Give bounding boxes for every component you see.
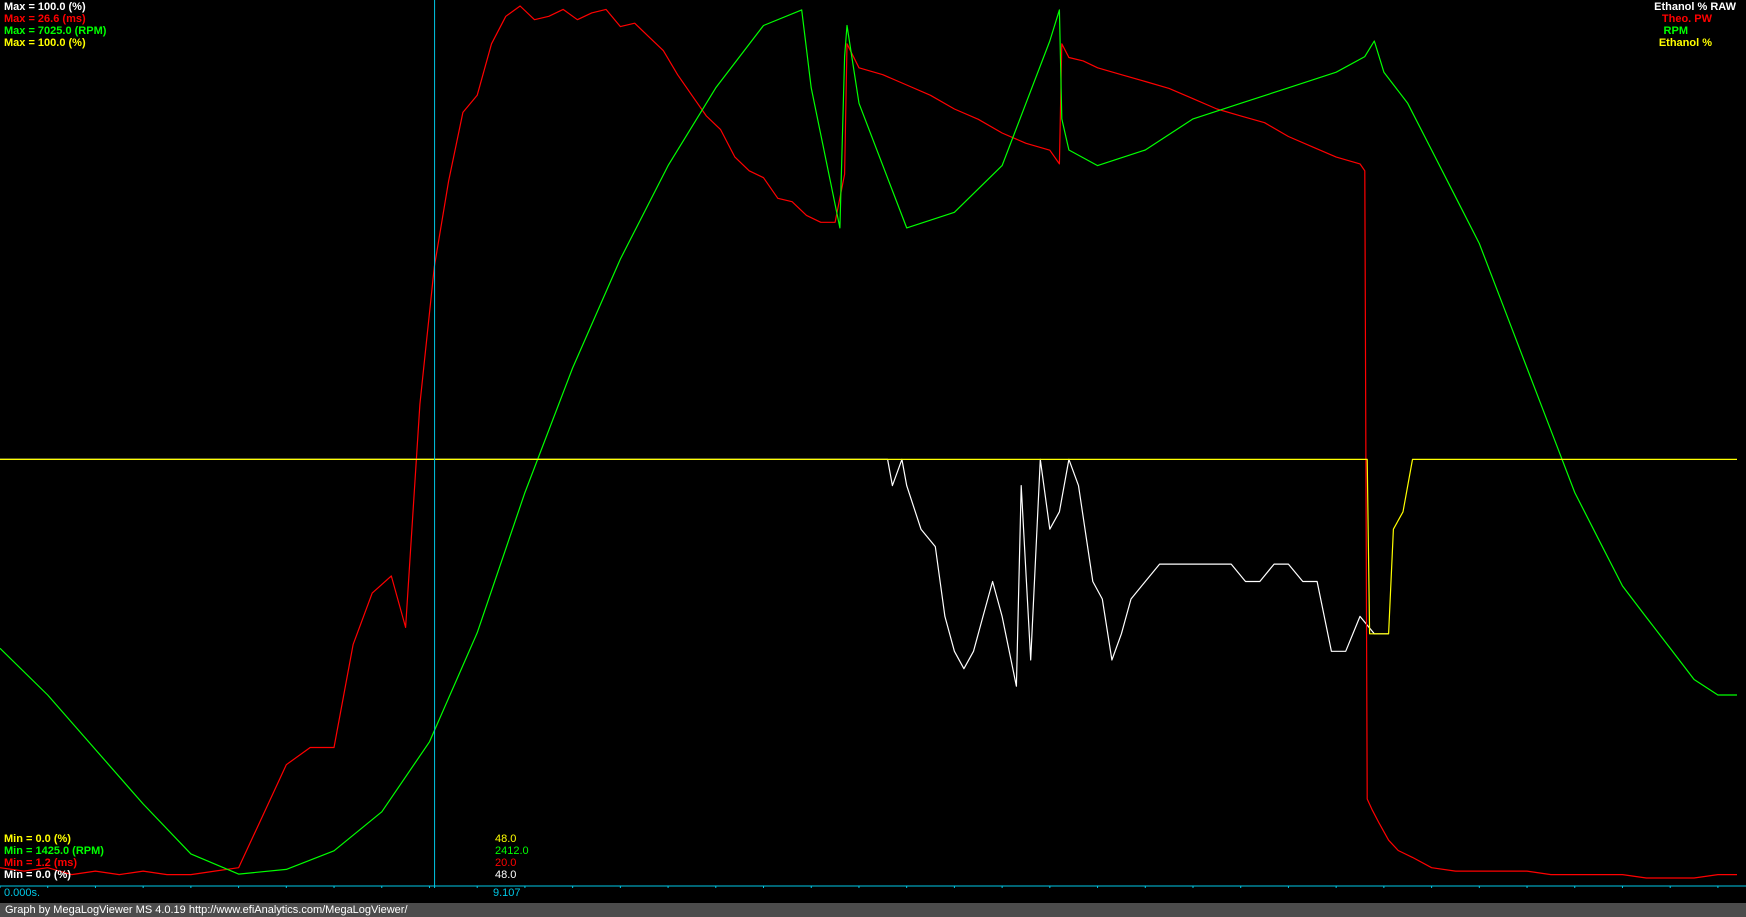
legend-ethanol[interactable]: Ethanol % bbox=[1659, 37, 1712, 49]
cursor-value-ethanol: 48.0 bbox=[495, 833, 517, 845]
series-line-theo-pw bbox=[0, 5, 1737, 879]
max-label-ethanol: Max = 100.0 (%) bbox=[4, 37, 86, 49]
legend-rpm[interactable]: RPM bbox=[1664, 25, 1688, 37]
min-label-ethanol-raw: Min = 0.0 (%) bbox=[4, 869, 71, 881]
max-label-ethanol-raw: Max = 100.0 (%) bbox=[4, 1, 86, 13]
min-label-ethanol: Min = 0.0 (%) bbox=[4, 833, 71, 845]
series-line-rpm bbox=[0, 9, 1737, 875]
cursor-value-theo-pw: 20.0 bbox=[495, 857, 517, 869]
footer-bar: Graph by MegaLogViewer MS 4.0.19 http://… bbox=[0, 903, 1746, 917]
legend-ethanol-raw[interactable]: Ethanol % RAW bbox=[1654, 1, 1736, 13]
series-line-ethanol bbox=[0, 458, 1737, 635]
cursor-value-ethanol-raw: 48.0 bbox=[495, 869, 517, 881]
log-graph[interactable] bbox=[0, 0, 1746, 888]
cursor-value-rpm: 2412.0 bbox=[495, 845, 529, 857]
min-label-rpm: Min = 1425.0 (RPM) bbox=[4, 845, 104, 857]
time-axis-start-label: 0.000s. bbox=[4, 887, 41, 899]
footer-credit: Graph by MegaLogViewer MS 4.0.19 http://… bbox=[5, 904, 408, 916]
max-label-rpm: Max = 7025.0 (RPM) bbox=[4, 25, 107, 37]
plot-area[interactable] bbox=[0, 0, 1746, 888]
cursor-time-label: 9.107 bbox=[493, 887, 521, 899]
series-line-ethanol-raw bbox=[0, 458, 1389, 687]
min-label-theo-pw: Min = 1.2 (ms) bbox=[4, 857, 78, 869]
legend-theo-pw[interactable]: Theo. PW bbox=[1662, 13, 1712, 25]
max-label-theo-pw: Max = 26.6 (ms) bbox=[4, 13, 86, 25]
